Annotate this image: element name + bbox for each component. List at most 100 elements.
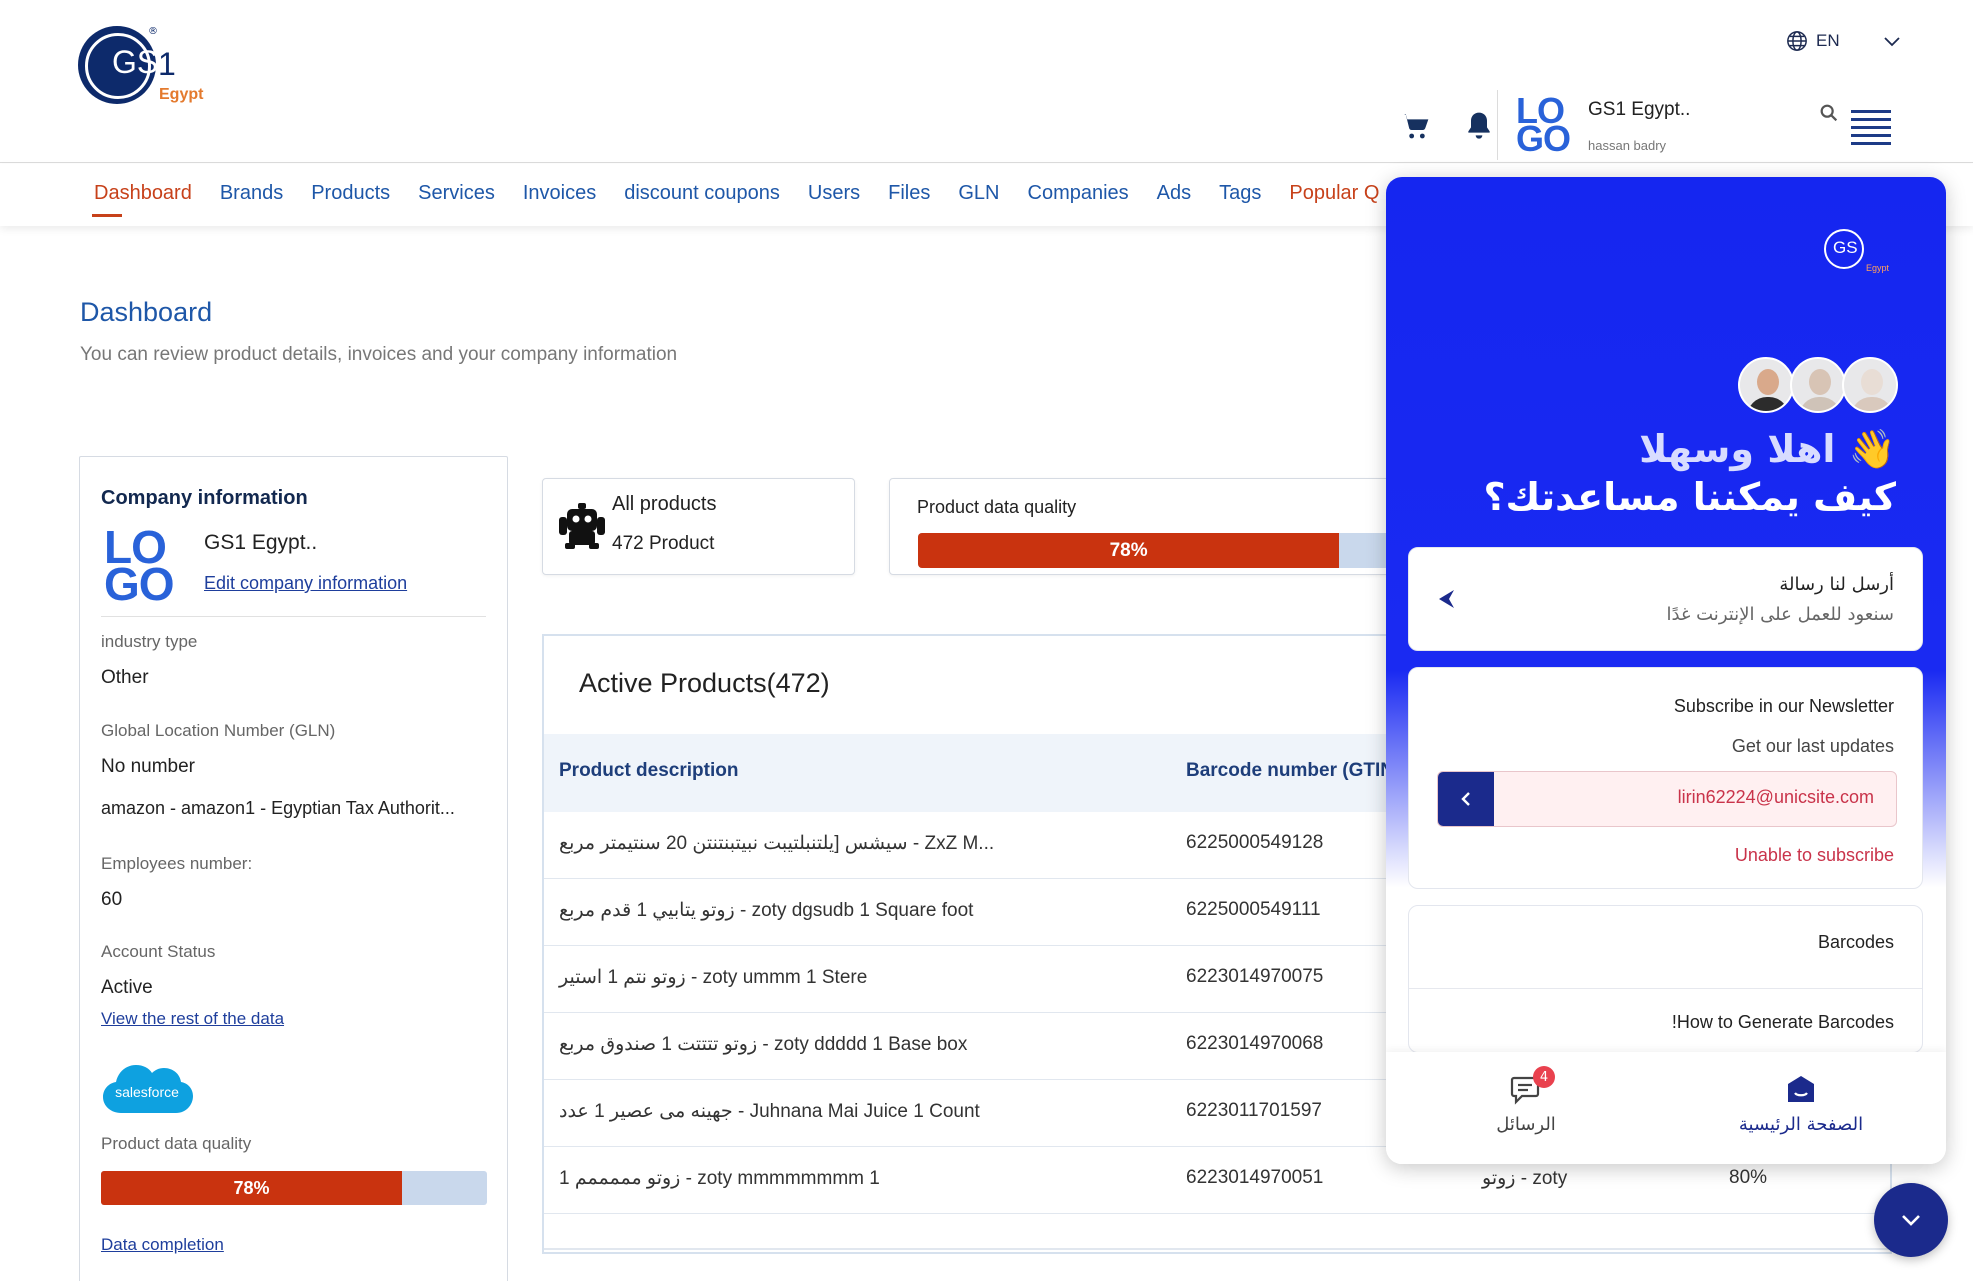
send-message-card[interactable]: أرسل لنا رسالة سنعود للعمل على الإنترنت … — [1408, 547, 1923, 651]
product-gtin: 6223014970051 — [1186, 1167, 1324, 1188]
nav-ads[interactable]: Ads — [1157, 182, 1191, 205]
nav-companies[interactable]: Companies — [1028, 182, 1129, 205]
user-company-name[interactable]: GS1 Egypt.. — [1588, 99, 1690, 121]
product-description: جهينه مى عصير 1 عدد - Juhnana Mai Juice … — [559, 1101, 980, 1122]
company-quality-fill: 78% — [101, 1171, 403, 1205]
nav-users[interactable]: Users — [808, 182, 860, 205]
chat-question: كيف يمكننا مساعدتك؟ — [1483, 475, 1896, 519]
header-divider — [1497, 90, 1498, 160]
top-header: GS 1 ® Egypt EN LO GO GS1 Egypt.. hassan… — [0, 0, 1973, 163]
barcodes-article-link[interactable]: !How to Generate Barcodes — [1672, 1012, 1894, 1033]
column-product-description[interactable]: Product description — [559, 760, 738, 782]
quality-card-bar: 78% — [918, 533, 1458, 568]
nav-dashboard[interactable]: Dashboard — [92, 182, 192, 217]
nav-products[interactable]: Products — [311, 182, 390, 205]
unread-badge: 4 — [1533, 1066, 1555, 1088]
newsletter-submit-button[interactable] — [1438, 772, 1494, 826]
send-arrow-icon — [1439, 590, 1454, 608]
data-completion-link[interactable]: Data completion — [101, 1235, 224, 1255]
gs1-logo-one: 1 — [158, 46, 176, 82]
company-logo-bottom: GO — [104, 558, 175, 610]
view-rest-link[interactable]: View the rest of the data — [101, 1009, 284, 1029]
bell-icon[interactable] — [1462, 110, 1496, 142]
tab-messages[interactable]: 4 الرسائل — [1466, 1066, 1586, 1135]
chat-brand-logo: GS Egypt — [1824, 229, 1894, 277]
newsletter-error: Unable to subscribe — [1734, 845, 1894, 865]
robot-icon — [559, 503, 605, 549]
home-icon — [1784, 1074, 1818, 1106]
quality-card-label: Product data quality — [917, 497, 1077, 517]
product-brand: زوتو - zoty — [1482, 1168, 1568, 1189]
chat-greeting: اهلا وسهلا 👋 — [1639, 427, 1896, 471]
send-message-title: أرسل لنا رسالة — [1779, 574, 1894, 595]
company-info-heading: Company information — [101, 487, 308, 509]
industry-value: Other — [101, 667, 149, 688]
product-gtin: 6223014970068 — [1186, 1033, 1324, 1054]
newsletter-title: Subscribe in our Newsletter — [1673, 696, 1894, 716]
product-description: زوتو تتتتت 1 صندوق مربع - zoty ddddd 1 B… — [559, 1034, 968, 1055]
globe-icon — [1787, 31, 1807, 51]
gs1-logo-text: GS — [112, 44, 159, 80]
all-products-count: 472 Product — [612, 533, 715, 554]
product-quality: 80% — [1729, 1167, 1768, 1188]
language-selector[interactable]: EN — [1786, 30, 1902, 52]
table-bottom-border — [544, 1248, 1890, 1250]
avatar — [1842, 357, 1898, 413]
nav-files[interactable]: Files — [888, 182, 930, 205]
avatar — [1790, 357, 1846, 413]
company-quality-label: Product data quality — [101, 1134, 252, 1153]
menu-icon[interactable] — [1851, 110, 1891, 150]
search-icon[interactable] — [1818, 102, 1840, 124]
divider — [1409, 988, 1922, 989]
newsletter-subtitle: Get our last updates — [1731, 736, 1894, 756]
send-message-subtitle: سنعود للعمل على الإنترنت غدًا — [1666, 604, 1894, 625]
nav-invoices[interactable]: Invoices — [523, 182, 596, 205]
chat-widget: GS Egypt اهلا وسهلا 👋 كيف يمكننا مساعدتك… — [1386, 177, 1946, 1164]
employees-value: 60 — [101, 889, 123, 910]
product-gtin: 6225000549128 — [1186, 832, 1324, 853]
company-avatar[interactable]: LO GO — [1516, 93, 1576, 159]
tab-home-label: الصفحة الرئيسية — [1738, 1114, 1864, 1135]
salesforce-logo[interactable]: salesforce — [101, 1057, 193, 1121]
account-status-value: Active — [101, 977, 153, 998]
nav-tags[interactable]: Tags — [1219, 182, 1261, 205]
all-products-card[interactable]: All products 472 Product — [542, 478, 855, 575]
gln-label: Global Location Number (GLN) — [101, 721, 336, 740]
product-description: زوتو مممممم 1 - zoty mmmmmmmm 1 — [559, 1168, 880, 1189]
barcodes-card: Barcodes !How to Generate Barcodes — [1408, 905, 1923, 1053]
nav-brands[interactable]: Brands — [220, 182, 283, 205]
language-label: EN — [1816, 31, 1840, 50]
gs1-egypt-logo[interactable]: GS 1 ® Egypt — [78, 24, 218, 114]
cart-icon[interactable] — [1398, 110, 1432, 142]
nav-discount-coupons[interactable]: discount coupons — [624, 182, 780, 205]
page-subtitle: You can review product details, invoices… — [80, 344, 678, 365]
newsletter-email-field[interactable]: lirin62224@unicsite.com — [1437, 771, 1897, 827]
quality-card-fill: 78% — [918, 533, 1340, 568]
product-gtin: 6223011701597 — [1186, 1100, 1322, 1121]
newsletter-email-value: lirin62224@unicsite.com — [1677, 787, 1874, 807]
chat-toggle-button[interactable] — [1874, 1183, 1948, 1257]
newsletter-card: Subscribe in our Newsletter Get our last… — [1408, 667, 1923, 889]
page-title: Dashboard — [80, 297, 213, 327]
gs1-logo-region: Egypt — [159, 86, 204, 103]
company-quality-bar: 78% — [101, 1171, 487, 1205]
user-name: hassan badry — [1588, 138, 1667, 153]
tab-messages-label: الرسائل — [1496, 1114, 1556, 1135]
nav-services[interactable]: Services — [418, 182, 495, 205]
chat-logo-text: GS — [1833, 238, 1858, 257]
edit-company-link[interactable]: Edit company information — [204, 573, 407, 594]
nav-popular-questions[interactable]: Popular Q — [1289, 182, 1379, 205]
company-name: GS1 Egypt.. — [204, 531, 318, 554]
salesforce-text: salesforce — [115, 1084, 179, 1100]
all-products-label: All products — [612, 493, 717, 515]
chevron-down-icon — [1902, 1215, 1920, 1226]
product-gtin: 6225000549111 — [1186, 899, 1321, 920]
avatar-logo-bottom: GO — [1516, 118, 1571, 159]
industry-label: industry type — [101, 632, 198, 651]
nav-gln[interactable]: GLN — [958, 182, 999, 205]
tab-home[interactable]: الصفحة الرئيسية — [1736, 1074, 1866, 1135]
chevron-down-icon — [1883, 37, 1900, 47]
header-actions — [1398, 110, 1496, 142]
column-barcode[interactable]: Barcode number (GTIN — [1186, 760, 1394, 782]
product-description: سيشس [يلتنبلتيبت نبيتبنتنتن 20 سنتيمتر م… — [559, 833, 995, 854]
